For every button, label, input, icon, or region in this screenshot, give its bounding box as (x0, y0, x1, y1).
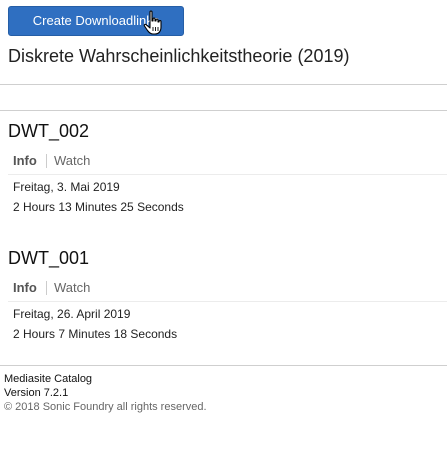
presentation-tabs: Info Watch (8, 148, 447, 175)
presentation-duration: 2 Hours 7 Minutes 18 Seconds (13, 327, 178, 341)
footer-copyright: © 2018 Sonic Foundry all rights reserved… (4, 401, 207, 413)
presentation-date: Freitag, 26. April 2019 (13, 307, 131, 321)
tab-separator (46, 281, 47, 295)
presentation-title[interactable]: DWT_002 (8, 121, 89, 142)
footer-version: Version 7.2.1 (4, 387, 69, 399)
tab-info[interactable]: Info (13, 148, 37, 174)
presentation-date: Freitag, 3. Mai 2019 (13, 180, 120, 194)
footer-product-name: Mediasite Catalog (4, 373, 93, 385)
divider (0, 84, 447, 85)
presentation-duration: 2 Hours 13 Minutes 25 Seconds (13, 200, 184, 214)
presentation-tabs: Info Watch (8, 275, 447, 302)
presentation-title[interactable]: DWT_001 (8, 248, 89, 269)
footer-divider (0, 365, 447, 366)
tab-watch[interactable]: Watch (54, 148, 90, 174)
tab-watch[interactable]: Watch (54, 275, 90, 301)
catalog-page: Create Downloadlinks Diskrete Wahrschein… (0, 0, 447, 459)
hand-pointer-icon (143, 10, 162, 35)
tab-info[interactable]: Info (13, 275, 37, 301)
tab-separator (46, 154, 47, 168)
divider (0, 110, 447, 111)
catalog-title: Diskrete Wahrscheinlichkeitstheorie (201… (8, 46, 350, 66)
